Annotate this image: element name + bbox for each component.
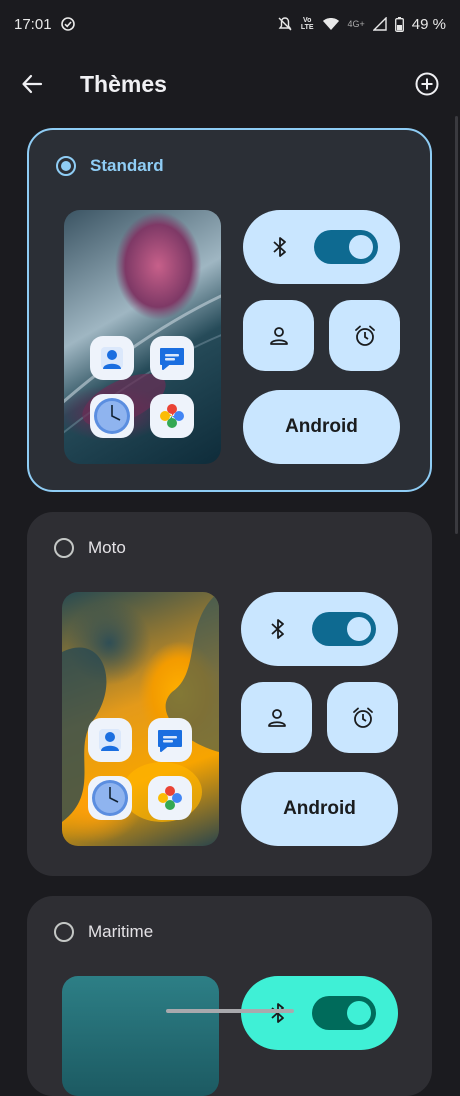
volte-top: Vo (302, 17, 312, 24)
theme-card-standard[interactable]: Standard Android (27, 128, 432, 492)
scrollbar[interactable] (455, 116, 458, 534)
messages-app-icon (148, 718, 192, 762)
notifications-off-icon (277, 16, 293, 32)
person-icon (267, 708, 286, 727)
theme-name: Standard (90, 156, 164, 175)
wallpaper-preview (64, 210, 221, 464)
messages-app-icon (150, 336, 194, 380)
radio-moto[interactable] (54, 538, 74, 558)
android-tile[interactable]: Android (241, 772, 398, 846)
signal-icon (372, 17, 387, 31)
sync-check-icon (60, 16, 76, 32)
battery-icon (394, 16, 404, 32)
theme-name: Moto (88, 538, 126, 557)
bluetooth-icon (271, 1003, 284, 1023)
bluetooth-icon (273, 237, 286, 257)
status-time: 17:01 (14, 15, 52, 33)
theme-name: Maritime (88, 922, 154, 941)
theme-header: Standard (56, 156, 164, 176)
alarm-tile[interactable] (329, 300, 400, 371)
alarm-icon (352, 707, 373, 728)
app-grid (88, 718, 192, 820)
battery-percent: 49 % (411, 15, 446, 33)
alarm-icon (354, 325, 375, 346)
clock-app-icon (88, 776, 132, 820)
wallpaper-preview (62, 976, 219, 1096)
volte-icon: Vo LTE (301, 17, 314, 31)
bluetooth-toggle-tile[interactable] (241, 592, 398, 666)
wallpaper-preview (62, 592, 219, 846)
theme-header: Maritime (54, 922, 153, 942)
wifi-icon (322, 17, 340, 31)
gesture-nav-handle[interactable] (166, 1009, 294, 1013)
contacts-app-icon (88, 718, 132, 762)
back-button[interactable] (16, 68, 48, 100)
bluetooth-switch[interactable] (312, 996, 376, 1030)
radio-maritime[interactable] (54, 922, 74, 942)
back-arrow-icon (22, 74, 43, 94)
app-grid (90, 336, 194, 438)
theme-card-moto[interactable]: Moto Android (27, 512, 432, 876)
add-circle-icon (415, 72, 439, 96)
add-theme-button[interactable] (412, 69, 442, 99)
alarm-tile[interactable] (327, 682, 398, 753)
bluetooth-icon (271, 619, 284, 639)
user-tile[interactable] (243, 300, 314, 371)
bluetooth-switch[interactable] (314, 230, 378, 264)
theme-card-maritime[interactable]: Maritime (27, 896, 432, 1096)
person-icon (269, 326, 288, 345)
clock-app-icon (90, 394, 134, 438)
contacts-app-icon (90, 336, 134, 380)
photos-app-icon (150, 394, 194, 438)
photos-app-icon (148, 776, 192, 820)
android-tile[interactable]: Android (243, 390, 400, 464)
page-title: Thèmes (80, 71, 167, 97)
bluetooth-toggle-tile[interactable] (243, 210, 400, 284)
status-bar: 17:01 Vo LTE 4G+ 49 % (0, 0, 460, 48)
user-tile[interactable] (241, 682, 312, 753)
app-bar: Thèmes (0, 56, 460, 112)
radio-standard[interactable] (56, 156, 76, 176)
theme-header: Moto (54, 538, 126, 558)
bluetooth-toggle-tile[interactable] (241, 976, 398, 1050)
mobile-type-label: 4G+ (347, 19, 365, 29)
bluetooth-switch[interactable] (312, 612, 376, 646)
volte-bottom: LTE (300, 24, 314, 31)
